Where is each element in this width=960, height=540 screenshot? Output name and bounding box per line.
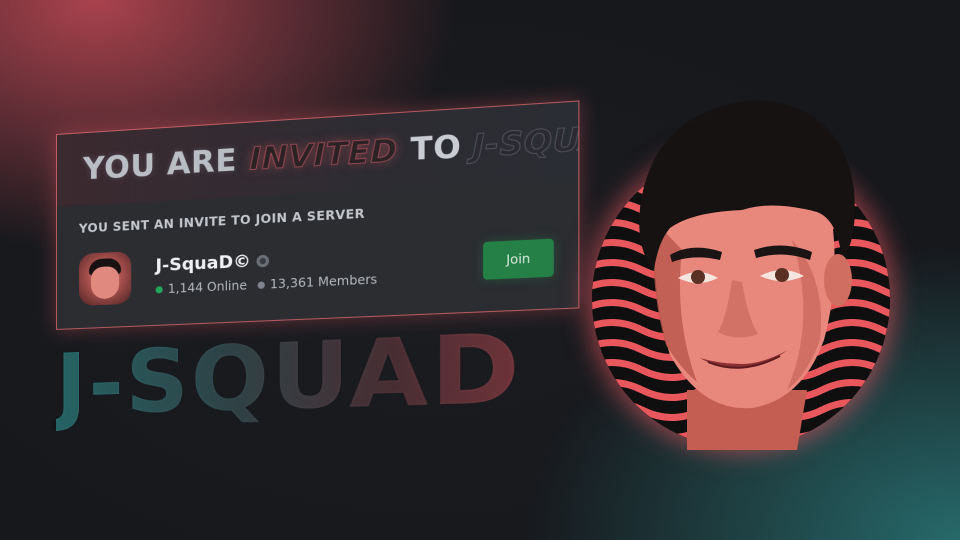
members-status-dot	[257, 280, 265, 289]
server-name: J-SquaD©	[155, 251, 251, 277]
invite-card: YOU ARE INVITED TO J-SQUAD YOU SENT AN INVI…	[56, 100, 580, 330]
server-row: J-SquaD© 1,144 Online 13,361 Members Joi…	[78, 230, 554, 306]
avatar-illustration	[592, 100, 890, 450]
headline-you-are: YOU ARE	[82, 142, 238, 187]
server-stats: 1,144 Online 13,361 Members	[155, 272, 378, 297]
logo-title: J-SQUAD	[56, 311, 523, 434]
server-name-row: J-SquaD©	[156, 245, 378, 276]
avatar-portrait	[592, 100, 890, 450]
server-avatar-icon	[78, 251, 132, 306]
server-info: J-SquaD© 1,144 Online 13,361 Members	[155, 245, 378, 297]
join-button[interactable]: Join	[483, 238, 554, 280]
invite-headline: YOU ARE INVITED TO J-SQUAD	[82, 117, 580, 187]
verified-icon	[257, 254, 270, 268]
member-count: 13,361 Members	[269, 272, 378, 292]
online-status-dot	[155, 285, 163, 294]
headline-server-name: J-SQUAD	[472, 117, 580, 165]
invite-label: YOU SENT AN INVITE TO JOIN A SERVER	[78, 206, 365, 236]
online-count: 1,144 Online	[167, 278, 248, 297]
invite-card-wrapper: YOU ARE INVITED TO J-SQUAD YOU SENT AN INVI…	[56, 100, 580, 330]
headline-invited: INVITED	[249, 132, 398, 178]
headline-to: TO	[410, 128, 462, 169]
